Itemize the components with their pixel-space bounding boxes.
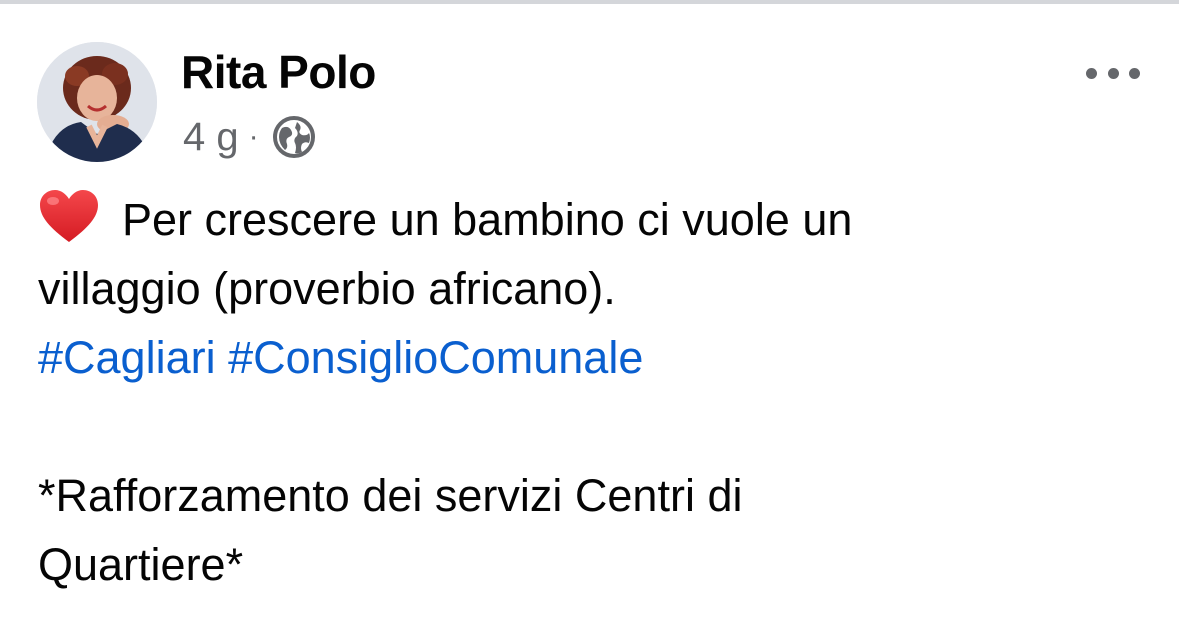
author-name[interactable]: Rita Polo — [181, 44, 376, 100]
hashtag-row: #Cagliari #ConsiglioComunale — [38, 323, 1148, 392]
post-text-line-4: *Rafforzamento dei servizi Centri di — [38, 470, 743, 521]
post-text-line-5: Quartiere* — [38, 539, 244, 590]
post-text-line-1: Per crescere un bambino ci vuole un — [38, 185, 1148, 254]
post-text-line-2: villaggio (proverbio africano). — [38, 263, 616, 314]
post-text: Per crescere un bambino ci vuole un vill… — [38, 185, 1148, 599]
more-horizontal-icon — [1086, 67, 1097, 79]
globe-icon[interactable] — [271, 114, 317, 160]
meta-separator: · — [248, 120, 259, 153]
post-timestamp[interactable]: 4 g — [183, 115, 239, 160]
hashtag-link[interactable]: #Cagliari — [38, 332, 216, 383]
avatar-image — [37, 42, 157, 162]
more-dot — [1107, 67, 1119, 79]
more-options-button[interactable] — [1086, 58, 1140, 88]
post-meta: 4 g · — [183, 112, 317, 162]
red-heart-icon — [38, 188, 100, 244]
more-dot — [1129, 67, 1140, 79]
hashtag-link[interactable]: #ConsiglioComunale — [228, 332, 643, 383]
avatar[interactable] — [37, 42, 157, 162]
post-text-line-1-text: Per crescere un bambino ci vuole un — [122, 194, 853, 245]
post-card: Rita Polo 4 g · Per crescere un bambino … — [0, 4, 1179, 626]
